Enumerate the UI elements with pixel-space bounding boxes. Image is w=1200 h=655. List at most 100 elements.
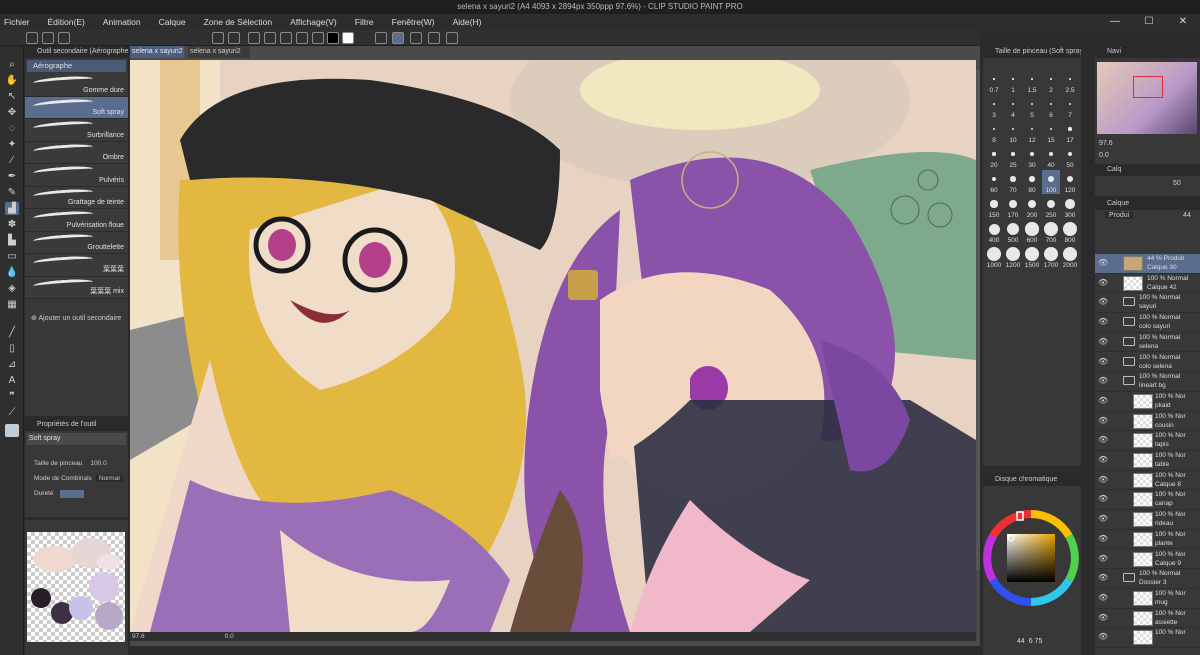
figure-tool-icon[interactable]: ╱: [5, 326, 19, 339]
brush-size-option[interactable]: 25: [1004, 145, 1022, 169]
gradient-tool-icon[interactable]: ▦: [5, 298, 19, 311]
visibility-eye-icon[interactable]: 👁: [1098, 613, 1108, 622]
correct-line-tool-icon[interactable]: ⟋: [5, 406, 19, 419]
rotation-angle[interactable]: 0.0: [225, 633, 234, 640]
sub-tool-group-tab[interactable]: Aérographe: [27, 60, 126, 72]
visibility-eye-icon[interactable]: 👁: [1098, 515, 1108, 523]
redo-icon[interactable]: [228, 32, 240, 44]
brush-size-option[interactable]: 8: [985, 120, 1003, 144]
brush-size-option[interactable]: 80: [1023, 170, 1041, 194]
brush-size-option[interactable]: 30: [1023, 145, 1041, 169]
add-sub-tool-button[interactable]: ⊕ Ajouter un outil secondaire: [31, 314, 121, 322]
visibility-eye-icon[interactable]: 👁: [1098, 574, 1108, 582]
menu-help[interactable]: Aide(H): [453, 17, 482, 27]
layer-row[interactable]: 👁 100 % Nor tapis: [1095, 431, 1200, 451]
layer-row[interactable]: 👁 100 % Nor Calque 9: [1095, 550, 1200, 570]
eyedropper-icon[interactable]: ⁄: [5, 154, 19, 167]
special-ruler-snap-icon[interactable]: [392, 32, 404, 44]
grid-snap-icon[interactable]: [410, 32, 422, 44]
visibility-eye-icon[interactable]: 👁: [1098, 377, 1108, 385]
menu-view[interactable]: Affichage(V): [290, 17, 337, 27]
folder-icon[interactable]: [1123, 356, 1135, 366]
deselect-icon[interactable]: [248, 32, 260, 44]
brush-size-option[interactable]: 1000: [985, 245, 1003, 269]
brush-size-option[interactable]: 10: [1004, 120, 1022, 144]
color-wheel[interactable]: [983, 496, 1081, 646]
folder-icon[interactable]: [1123, 297, 1135, 307]
color-mixing-area[interactable]: [27, 532, 125, 642]
new-file-icon[interactable]: [26, 32, 38, 44]
sub-color-icon[interactable]: [342, 32, 354, 44]
brush-size-option[interactable]: 250: [1042, 195, 1060, 219]
layer-blend-select[interactable]: Produi: [1105, 212, 1134, 219]
layer-row[interactable]: 👁 100 % Nor canap: [1095, 490, 1200, 511]
balloon-tool-icon[interactable]: ❞: [5, 390, 19, 403]
main-color-swatch[interactable]: [5, 424, 19, 437]
brush-size-option[interactable]: 1700: [1042, 245, 1060, 269]
dark-swatch[interactable]: [31, 588, 51, 608]
layer-row[interactable]: 👁 100 % Nor assiette: [1095, 609, 1200, 629]
hardness-slider[interactable]: [59, 489, 84, 498]
navigator-viewport[interactable]: [1133, 76, 1163, 98]
brush-size-option[interactable]: 200: [1023, 195, 1041, 219]
brush-size-option[interactable]: 1200: [1004, 245, 1022, 269]
visibility-eye-icon[interactable]: 👁: [1098, 633, 1108, 641]
brush-size-option[interactable]: 100: [1042, 170, 1060, 194]
hand-tool-icon[interactable]: ✋: [5, 74, 19, 87]
blend-mode-select[interactable]: Normal: [95, 475, 123, 482]
brush-size-option[interactable]: 20: [985, 145, 1003, 169]
brush-size-option[interactable]: 5: [1023, 95, 1041, 119]
save-icon[interactable]: [58, 32, 70, 44]
document-tab-active[interactable]: selena x sayuri2: [130, 46, 184, 58]
brush-item[interactable]: 葉葉葉 mix: [25, 276, 128, 299]
artwork-canvas[interactable]: [130, 60, 976, 632]
layer-row[interactable]: 👁 100 % Normal lineart bg: [1095, 372, 1200, 392]
zoom-level[interactable]: 97.6: [132, 633, 145, 640]
layer-opacity-field[interactable]: 44: [1183, 212, 1191, 219]
brush-item[interactable]: 葉葉葉: [25, 254, 128, 277]
navigator-rotation[interactable]: 0.0: [1099, 152, 1109, 159]
brush-item[interactable]: Soft spray: [25, 96, 128, 119]
brush-size-option[interactable]: 2: [1042, 70, 1060, 94]
operation-tool-icon[interactable]: ↖: [5, 90, 19, 103]
airbrush-tool-icon[interactable]: ▟: [5, 202, 19, 215]
layer-row[interactable]: 👁 100 % Nor rideau: [1095, 510, 1200, 530]
settings-icon[interactable]: [446, 32, 458, 44]
undo-icon[interactable]: [212, 32, 224, 44]
ruler-tool-icon[interactable]: ⊿: [5, 358, 19, 371]
fill-tool-icon[interactable]: ◈: [5, 282, 19, 295]
visibility-eye-icon[interactable]: 👁: [1098, 357, 1108, 366]
brush-size-option[interactable]: 120: [1061, 170, 1079, 194]
brush-item[interactable]: Ombre: [25, 141, 128, 164]
layer-row[interactable]: 👁 100 % Nor pkaid: [1095, 392, 1200, 412]
folder-icon[interactable]: [1123, 336, 1135, 346]
visibility-eye-icon[interactable]: 👁: [1098, 534, 1108, 543]
visibility-eye-icon[interactable]: 👁: [1098, 593, 1108, 602]
brush-item[interactable]: Grouttelette: [25, 231, 128, 254]
visibility-eye-icon[interactable]: 👁: [1098, 298, 1108, 306]
visibility-eye-icon[interactable]: 👁: [1098, 278, 1108, 287]
brush-size-option[interactable]: 2.5: [1061, 70, 1079, 94]
brush-size-value[interactable]: 100.0: [90, 460, 106, 467]
open-file-icon[interactable]: [42, 32, 54, 44]
lasso-tool-icon[interactable]: ◌: [5, 122, 19, 135]
brush-tool-icon[interactable]: ▙: [5, 234, 19, 247]
frame-tool-icon[interactable]: ▯: [5, 342, 19, 355]
brush-item[interactable]: Surbrillance: [25, 119, 128, 142]
tablet-icon[interactable]: [428, 32, 440, 44]
layer-row[interactable]: 👁 100 % Normal sayuri: [1095, 293, 1200, 314]
pen-tool-icon[interactable]: ✒: [5, 170, 19, 183]
brush-size-option[interactable]: 4: [1004, 95, 1022, 119]
brush-item[interactable]: Gomme dure: [25, 74, 128, 97]
brush-size-option[interactable]: 3: [985, 95, 1003, 119]
visibility-eye-icon[interactable]: 👁: [1098, 416, 1108, 425]
move-tool-icon[interactable]: ✥: [5, 106, 19, 119]
layer-row[interactable]: 👁 100 % Normal selena: [1095, 333, 1200, 353]
menu-selection[interactable]: Zone de Sélection: [204, 17, 273, 27]
brush-size-option[interactable]: 50: [1061, 145, 1079, 169]
brush-size-option[interactable]: 40: [1042, 145, 1060, 169]
minimize-button[interactable]: —: [1098, 14, 1132, 30]
navigator-preview[interactable]: [1097, 62, 1197, 134]
blend-tool-icon[interactable]: 💧: [5, 266, 19, 279]
decoration-tool-icon[interactable]: ✽: [5, 218, 19, 231]
